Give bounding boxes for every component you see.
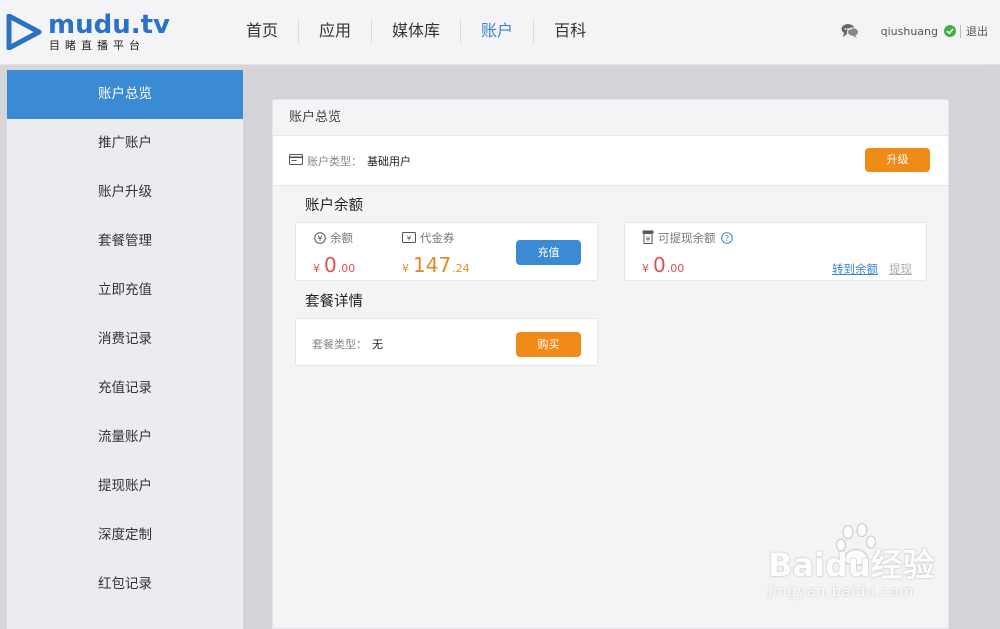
withdrawable-decimal: .00 (666, 262, 685, 275)
package-type-value: 无 (372, 338, 383, 351)
account-type-row: 账户类型： 基础用户 升级 (273, 136, 948, 186)
upgrade-button[interactable]: 升级 (865, 148, 930, 172)
package-card: 套餐类型： 无 购买 (295, 318, 598, 366)
package-section-title: 套餐详情 (305, 294, 363, 310)
withdrawable-amount: ¥0.00 (642, 253, 684, 277)
user-area: qiushuang 退出 (841, 22, 988, 40)
sidebar-item-withdraw-account[interactable]: 提现账户 (7, 462, 243, 511)
balance-decimal: .00 (337, 262, 356, 275)
brand-name: mudu.tv (48, 10, 170, 40)
balance-section-title: 账户余额 (305, 198, 363, 214)
username[interactable]: qiushuang (881, 25, 938, 38)
brand-tagline: 目睹直播平台 (49, 39, 145, 52)
logout-link[interactable]: 退出 (966, 23, 988, 39)
sidebar-item-promotion-account[interactable]: 推广账户 (7, 119, 243, 168)
nav-home[interactable]: 首页 (226, 18, 300, 44)
coin-icon: ¥ (314, 232, 326, 244)
voucher-decimal: .24 (452, 262, 470, 275)
account-type-label: 账户类型： (307, 155, 362, 168)
sidebar-item-package-management[interactable]: 套餐管理 (7, 217, 243, 266)
nav-media-library[interactable]: 媒体库 (372, 18, 462, 44)
divider (960, 24, 961, 38)
withdrawable-label: 可提现余额 (658, 231, 716, 245)
nav-account[interactable]: 账户 (461, 18, 535, 44)
wallet-icon: ¥ (642, 230, 654, 244)
sidebar: 账户总览 推广账户 账户升级 套餐管理 立即充值 消费记录 充值记录 流量账户 … (7, 70, 243, 629)
balance-card: ¥ 余额 ¥0.00 ¥ 代金券 ¥147.24 充值 (295, 222, 598, 281)
recharge-button[interactable]: 充值 (516, 240, 581, 265)
sidebar-item-account-overview[interactable]: 账户总览 (7, 70, 243, 119)
balance-label: 余额 (330, 231, 353, 245)
sidebar-item-account-upgrade[interactable]: 账户升级 (7, 168, 243, 217)
check-circle-icon (944, 25, 956, 37)
sidebar-item-traffic-account[interactable]: 流量账户 (7, 413, 243, 462)
nav-wiki[interactable]: 百科 (534, 18, 606, 44)
withdraw-link[interactable]: 提现 (889, 261, 912, 277)
nav-apps[interactable]: 应用 (299, 18, 373, 44)
svg-text:¥: ¥ (646, 236, 651, 244)
ticket-icon: ¥ (402, 232, 416, 243)
help-icon[interactable]: ? (721, 232, 733, 244)
top-header: mudu.tv 目睹直播平台 首页 应用 媒体库 账户 百科 qiushuang… (0, 0, 1000, 65)
sidebar-item-consumption-records[interactable]: 消费记录 (7, 315, 243, 364)
account-type-value: 基础用户 (367, 155, 411, 168)
balance-integer: 0 (324, 253, 337, 277)
baidu-watermark: Baidu经验 jingyan.baidu.com (766, 520, 956, 610)
sidebar-item-deep-customization[interactable]: 深度定制 (7, 511, 243, 560)
withdrawable-integer: 0 (653, 253, 666, 277)
sidebar-item-recharge-records[interactable]: 充值记录 (7, 364, 243, 413)
main-nav: 首页 应用 媒体库 账户 百科 (226, 18, 606, 44)
voucher-integer: 147 (413, 253, 452, 277)
sidebar-item-red-packet-records[interactable]: 红包记录 (7, 560, 243, 609)
mudu-logo[interactable]: mudu.tv 目睹直播平台 (6, 10, 170, 58)
id-card-icon (289, 154, 303, 165)
buy-button[interactable]: 购买 (516, 332, 581, 357)
voucher-amount: ¥147.24 (402, 253, 470, 277)
withdrawable-card: ¥ 可提现余额 ? ¥0.00 转到余额 提现 (624, 222, 927, 281)
voucher-currency: ¥ (402, 262, 409, 275)
watermark-url: jingyan.baidu.com (768, 584, 915, 600)
play-logo-icon (6, 14, 42, 50)
sidebar-item-recharge-now[interactable]: 立即充值 (7, 266, 243, 315)
watermark-text: Baidu经验 (768, 546, 935, 584)
balance-currency: ¥ (313, 262, 320, 275)
balance-amount: ¥0.00 (313, 253, 355, 277)
package-type-label: 套餐类型： (312, 338, 367, 351)
withdrawable-currency: ¥ (642, 262, 649, 275)
panel-title: 账户总览 (273, 100, 948, 136)
svg-text:?: ? (725, 234, 729, 243)
chat-bubbles-icon[interactable] (841, 23, 859, 39)
voucher-label: 代金券 (420, 231, 455, 245)
svg-text:¥: ¥ (317, 234, 322, 243)
svg-text:¥: ¥ (407, 235, 412, 243)
transfer-to-balance-link[interactable]: 转到余额 (832, 261, 878, 277)
